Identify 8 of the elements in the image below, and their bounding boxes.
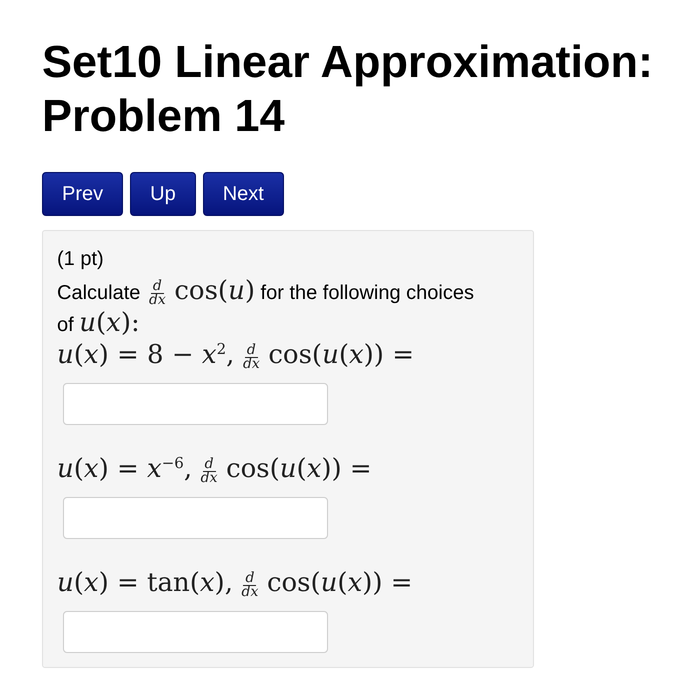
nav-button[interactable]: Prev xyxy=(42,172,124,216)
answer-field[interactable] xyxy=(63,497,328,539)
page-title: Set10 Linear Approximation: Problem 14 xyxy=(42,35,654,143)
nav-button[interactable]: Up xyxy=(130,172,196,216)
points-label: (1 pt) xyxy=(57,247,105,271)
nav-button[interactable]: Next xyxy=(202,172,284,216)
answer-field[interactable] xyxy=(63,611,328,653)
answer-field[interactable] xyxy=(63,383,328,425)
